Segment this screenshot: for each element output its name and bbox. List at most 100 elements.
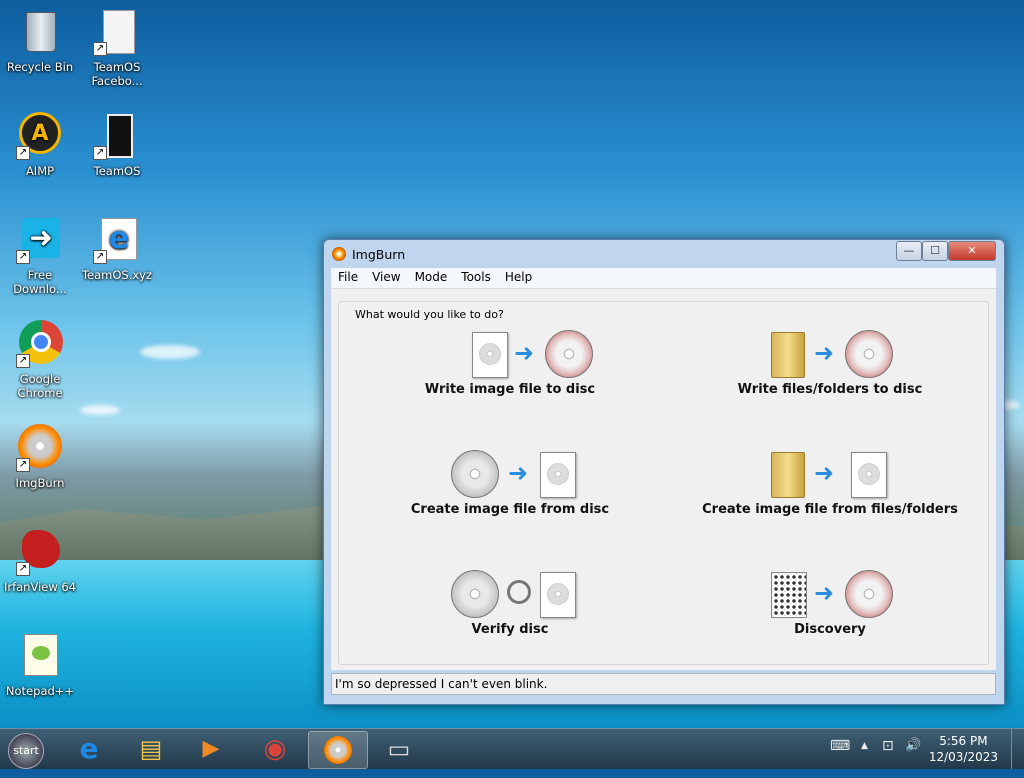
title-bar[interactable]: ImgBurn — ☐ ✕	[324, 240, 1004, 268]
disc-icon	[451, 570, 499, 618]
clock[interactable]: 5:56 PM 12/03/2023	[929, 733, 998, 765]
action-label: Create image file from files/folders	[702, 502, 958, 517]
network-icon[interactable]: ⊡	[882, 738, 894, 754]
burn-disc-icon	[845, 330, 893, 378]
show-desktop-button[interactable]	[1011, 729, 1024, 769]
desktop-icon-aimp[interactable]: A ↗ AIMP	[0, 112, 80, 178]
imgburn-icon: ↗	[16, 424, 64, 472]
irfanview-icon: ↗	[16, 528, 64, 576]
cloud	[140, 345, 200, 359]
magnifier-icon	[507, 580, 531, 604]
imgburn-window: ImgBurn — ☐ ✕ File View Mode Tools Help What…	[323, 239, 1005, 705]
menu-tools[interactable]: Tools	[454, 268, 498, 286]
desktop-icon-label: TeamOS.xyz	[81, 268, 153, 282]
shortcut-arrow-icon: ↗	[16, 458, 30, 472]
write-files-to-disc-action[interactable]: ➜ Write files/folders to disc	[685, 328, 975, 418]
status-bar: I'm so depressed I can't even blink.	[331, 673, 996, 695]
aimp-icon: A ↗	[16, 112, 64, 160]
taskbar-internet-explorer-icon[interactable]: e	[60, 731, 118, 767]
taskbar-chrome-icon[interactable]: ◉	[246, 731, 304, 767]
action-label: Write files/folders to disc	[737, 382, 923, 397]
arrow-right-icon: ➜	[513, 339, 535, 367]
shortcut-arrow-icon: ↗	[93, 42, 107, 56]
arrow-right-icon: ➜	[507, 459, 529, 487]
prompt-label: What would you like to do?	[353, 308, 506, 321]
keyboard-icon[interactable]: ⌨	[830, 738, 850, 754]
teamos-icon: ↗	[93, 112, 141, 160]
minimize-button[interactable]: —	[896, 241, 922, 261]
shortcut-arrow-icon: ↗	[16, 354, 30, 368]
action-label: Verify disc	[471, 622, 549, 637]
image-file-icon	[472, 332, 508, 378]
volume-icon[interactable]: 🔊	[905, 738, 921, 753]
shortcut-arrow-icon: ↗	[16, 250, 30, 264]
actions-group: What would you like to do? ➜ Write image…	[338, 301, 989, 665]
window-title: ImgBurn	[352, 247, 406, 262]
desktop-icon-label: ImgBurn	[15, 476, 65, 490]
arrow-right-icon: ➜	[813, 339, 835, 367]
chrome-icon: ↗	[16, 320, 64, 368]
clock-time: 5:56 PM	[939, 734, 988, 748]
menu-file[interactable]: File	[331, 268, 365, 286]
shortcut-arrow-icon: ↗	[93, 146, 107, 160]
desktop-icon-recycle-bin[interactable]: Recycle Bin	[0, 8, 80, 74]
imgburn-icon	[324, 736, 352, 764]
imgburn-app-icon	[332, 247, 346, 261]
desktop-icon-label: Recycle Bin	[6, 60, 74, 74]
desktop-icon-imgburn[interactable]: ↗ ImgBurn	[0, 424, 80, 490]
image-file-icon	[540, 572, 576, 618]
taskbar-file-explorer-icon[interactable]: ▤	[122, 731, 180, 767]
discovery-action[interactable]: ➜ Discovery	[685, 568, 975, 658]
write-image-to-disc-action[interactable]: ➜ Write image file to disc	[365, 328, 655, 418]
desktop-icon-teamos-xyz[interactable]: e ↗ TeamOS.xyz	[77, 216, 157, 282]
taskbar-imgburn-button[interactable]	[308, 731, 368, 769]
disc-icon	[451, 450, 499, 498]
maximize-button[interactable]: ☐	[922, 241, 948, 261]
image-file-icon	[540, 452, 576, 498]
arrow-right-icon: ➜	[813, 579, 835, 607]
internet-explorer-icon: e ↗	[93, 216, 141, 264]
desktop-icon-irfanview[interactable]: ↗ IrfanView 64	[0, 528, 80, 594]
create-image-from-files-action[interactable]: ➜ Create image file from files/folders	[685, 448, 975, 538]
desktop-icon-label: TeamOS	[93, 164, 141, 178]
burn-disc-icon	[545, 330, 593, 378]
action-label: Discovery	[794, 622, 866, 637]
recycle-bin-icon	[16, 8, 64, 56]
document-icon: ↗	[93, 8, 141, 56]
desktop-icon-label: AIMP	[25, 164, 55, 178]
desktop-icon-teamos-facebook[interactable]: ↗ TeamOS Facebo...	[77, 8, 157, 88]
download-manager-icon: ➜ ↗	[16, 216, 64, 264]
menu-bar: File View Mode Tools Help	[331, 268, 996, 289]
test-data-icon	[771, 572, 807, 618]
taskbar-cmd-icon[interactable]: ▭	[370, 731, 428, 767]
arrow-right-icon: ➜	[813, 459, 835, 487]
menu-view[interactable]: View	[365, 268, 407, 286]
menu-help[interactable]: Help	[498, 268, 539, 286]
desktop-icon-google-chrome[interactable]: ↗ Google Chrome	[0, 320, 80, 400]
close-button[interactable]: ✕	[948, 241, 996, 261]
tray-expand-icon[interactable]: ▲	[861, 741, 868, 751]
action-label: Create image file from disc	[410, 502, 610, 517]
clock-date: 12/03/2023	[928, 750, 998, 764]
desktop-icon-label: Notepad++	[5, 684, 75, 698]
shortcut-arrow-icon: ↗	[16, 562, 30, 576]
verify-disc-action[interactable]: Verify disc	[365, 568, 655, 658]
desktop-icon-label: IrfanView 64	[3, 580, 77, 594]
start-button[interactable]: start	[8, 733, 44, 769]
folder-icon	[771, 332, 805, 378]
main-panel: What would you like to do? ➜ Write image…	[331, 289, 996, 670]
notepad-plus-plus-icon	[16, 632, 64, 680]
taskbar-media-player-icon[interactable]: ▶	[182, 731, 240, 767]
desktop-icon-label: TeamOS Facebo...	[91, 60, 143, 88]
taskbar: start e ▤ ▶ ◉ ▭ ⌨ ▲ ⊡ 🔊 5:56 PM 12/03/20…	[0, 728, 1024, 769]
image-file-icon	[851, 452, 887, 498]
create-image-from-disc-action[interactable]: ➜ Create image file from disc	[365, 448, 655, 538]
desktop-icon-label: Google Chrome	[17, 372, 63, 400]
menu-mode[interactable]: Mode	[408, 268, 455, 286]
desktop-icon-teamos[interactable]: ↗ TeamOS	[77, 112, 157, 178]
action-label: Write image file to disc	[424, 382, 596, 397]
shortcut-arrow-icon: ↗	[93, 250, 107, 264]
burn-disc-icon	[845, 570, 893, 618]
desktop-icon-free-download[interactable]: ➜ ↗ Free Downlo...	[0, 216, 80, 296]
desktop-icon-notepad-plus-plus[interactable]: Notepad++	[0, 632, 80, 698]
